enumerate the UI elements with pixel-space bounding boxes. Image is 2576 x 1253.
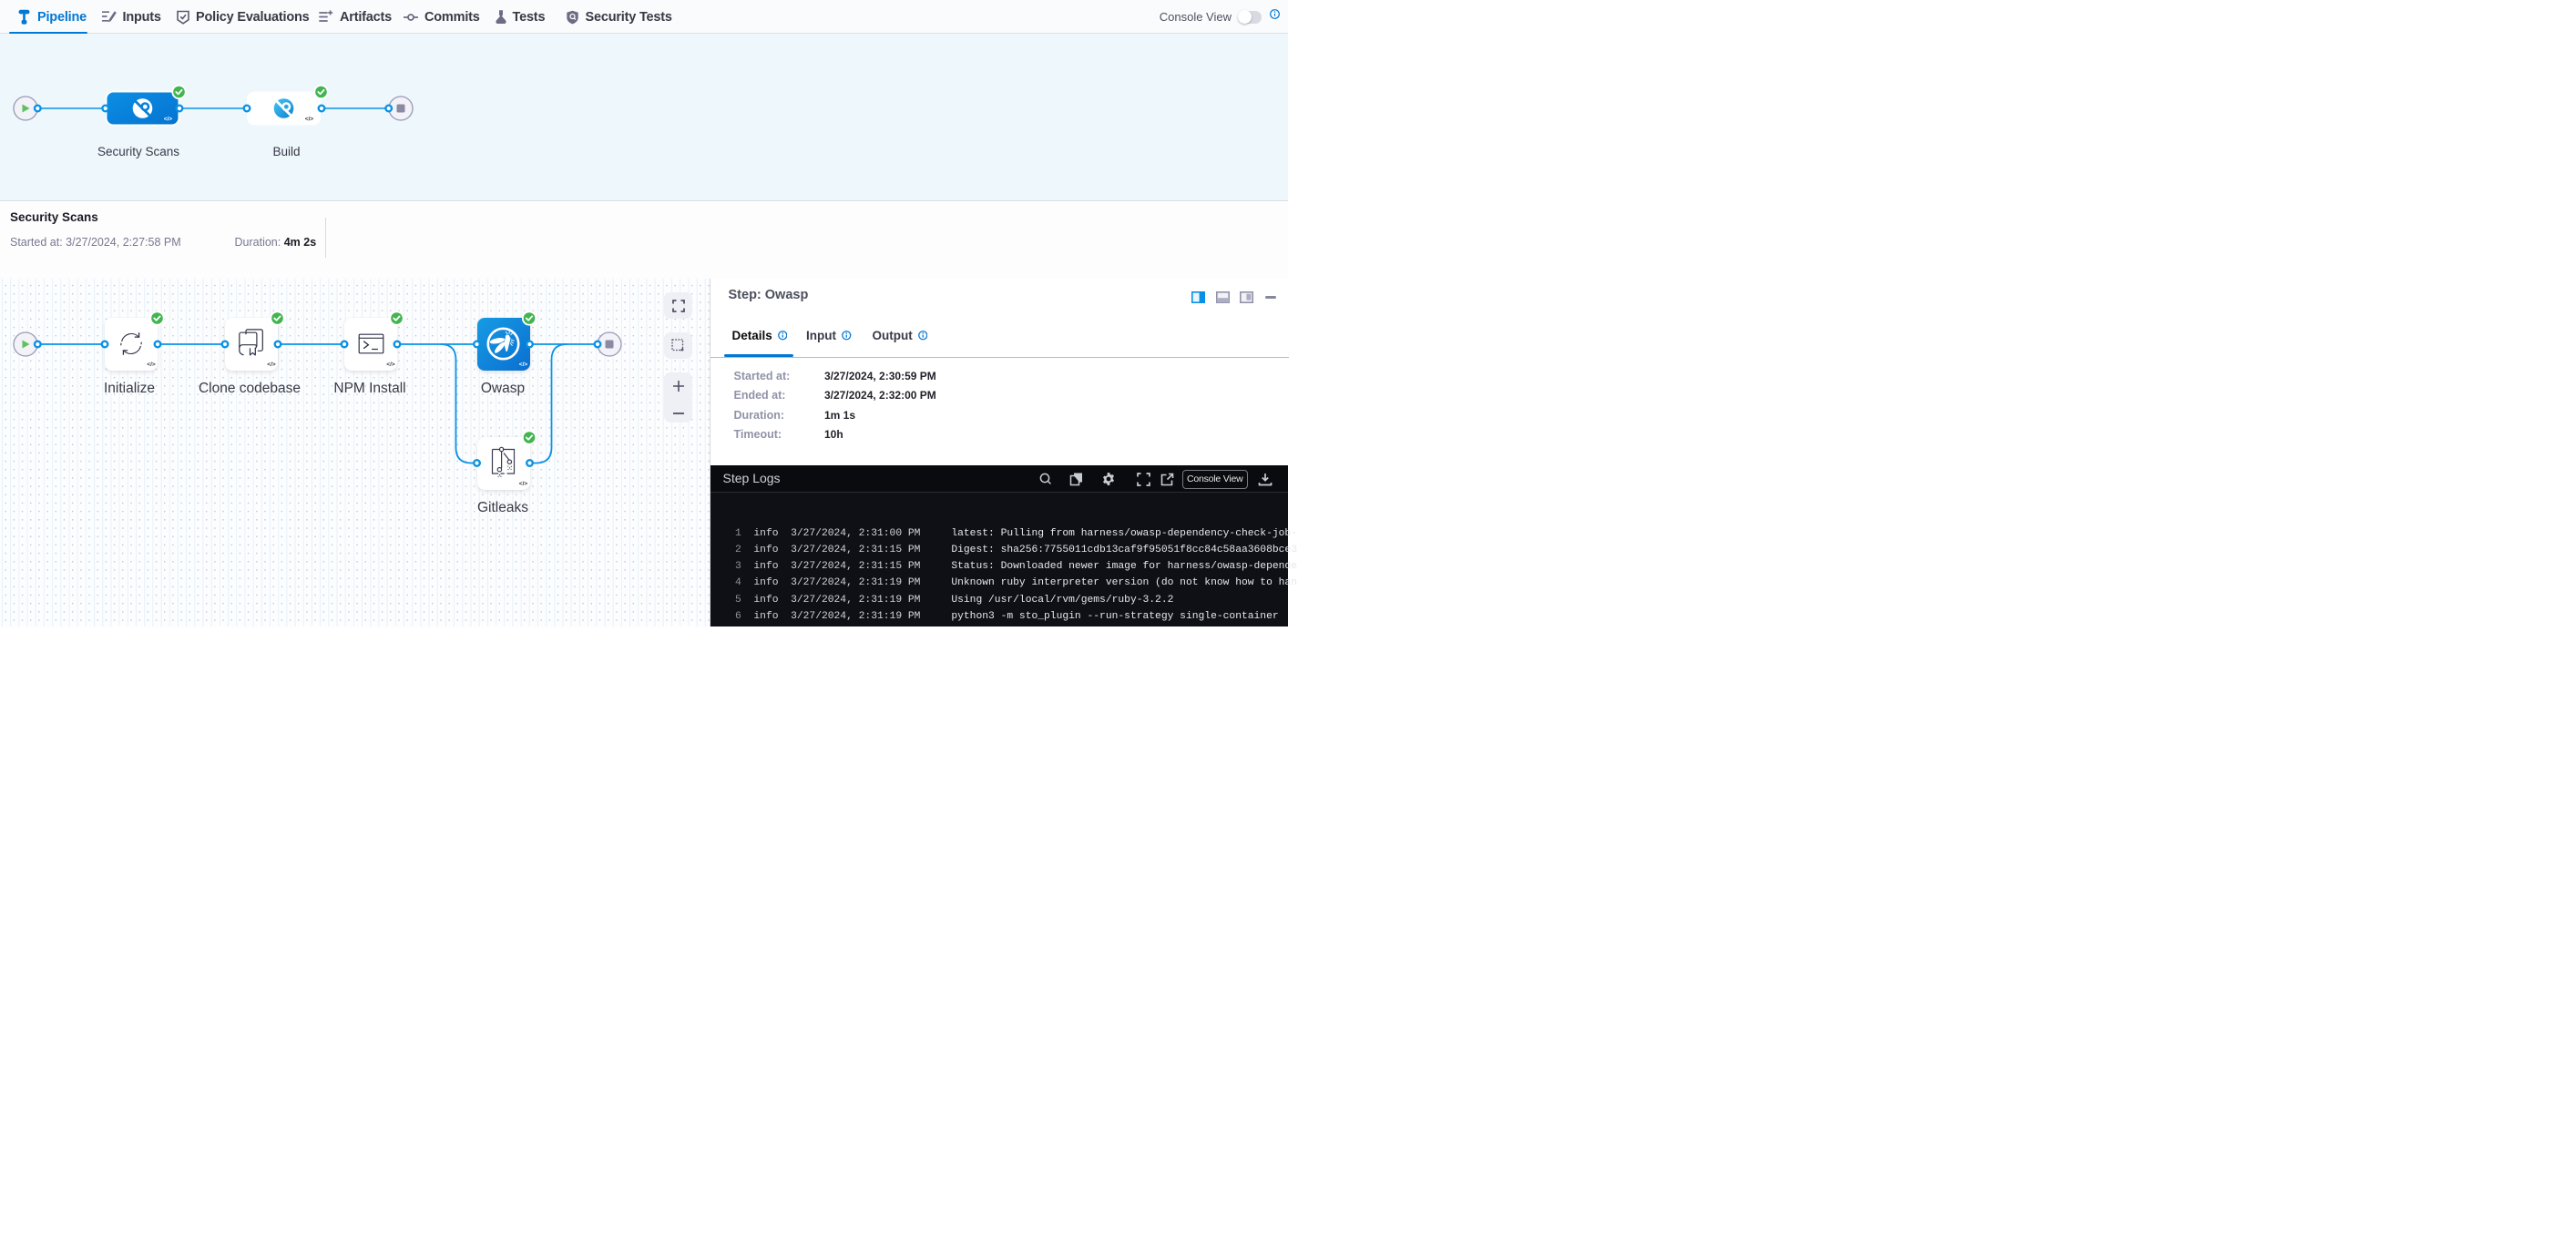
svg-text:</>: </> <box>519 481 528 487</box>
svg-text:</>: </> <box>164 117 173 123</box>
svg-text:</>: </> <box>305 117 314 123</box>
svg-text:</>: </> <box>147 362 156 368</box>
svg-text:</>: </> <box>267 362 276 368</box>
svg-text:</>: </> <box>519 362 528 368</box>
svg-text:</>: </> <box>386 362 395 368</box>
